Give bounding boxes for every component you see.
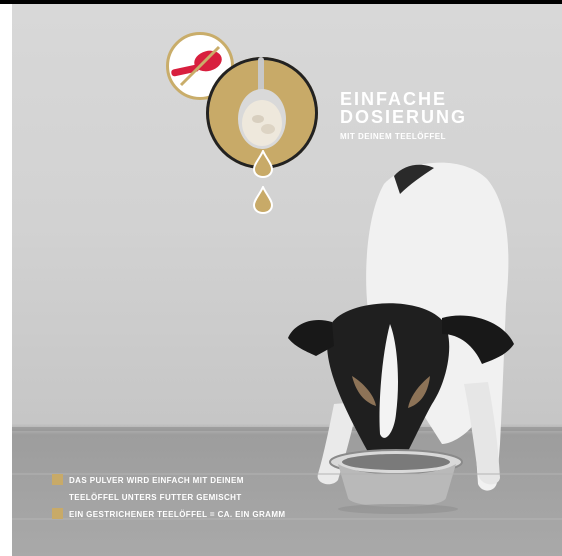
headline-line-1: EINFACHE <box>340 89 448 109</box>
bullet-square-icon <box>52 474 63 485</box>
headline: EINFACHE DOSIERUNG MIT DEINEM TEELÖFFEL <box>340 90 467 146</box>
headline-line-2: DOSIERUNG <box>340 107 468 127</box>
dog-ear-left <box>288 319 334 356</box>
bullet-item: DAS PULVER WIRD EINFACH MIT DEINEM <box>52 472 285 489</box>
bullet-continuation: TEELÖFFEL UNTERS FUTTER GEMISCHT <box>69 493 242 502</box>
bullet-text: DAS PULVER WIRD EINFACH MIT DEINEM <box>69 476 244 485</box>
info-bullets: DAS PULVER WIRD EINFACH MIT DEINEM TEELÖ… <box>52 472 285 523</box>
product-graphic: EINFACHE DOSIERUNG MIT DEINEM TEELÖFFEL … <box>0 0 562 556</box>
headline-subline: MIT DEINEM TEELÖFFEL <box>340 132 446 141</box>
drop-icon <box>252 150 274 178</box>
bullet-item: EIN GESTRICHENER TEELÖFFEL = CA. EIN GRA… <box>52 506 285 523</box>
bowl-inside <box>342 454 450 470</box>
bullet-square-icon <box>52 508 63 519</box>
drop-icon <box>252 186 274 214</box>
bullet-text: EIN GESTRICHENER TEELÖFFEL = CA. EIN GRA… <box>69 510 286 519</box>
bowl-shadow <box>338 504 458 514</box>
